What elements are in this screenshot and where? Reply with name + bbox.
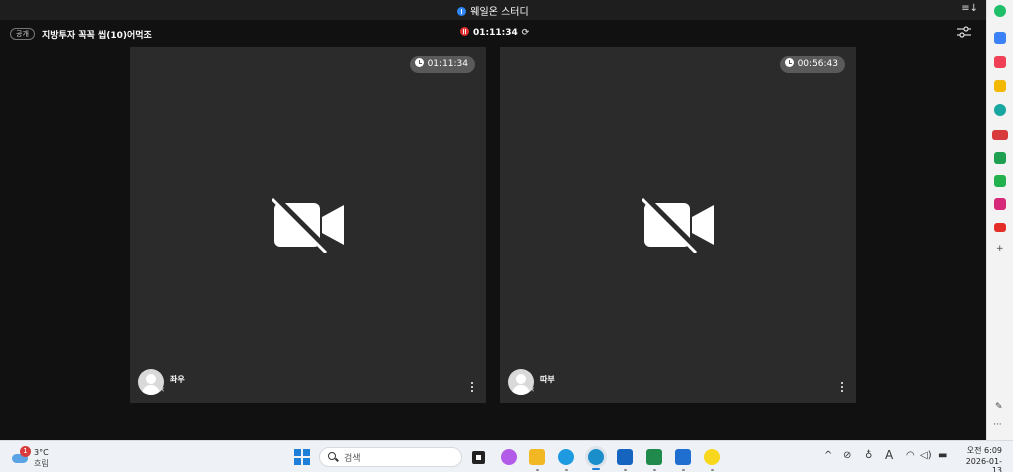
cart-icon[interactable] [994, 152, 1006, 164]
instagram-icon[interactable] [994, 198, 1006, 210]
search-icon [328, 452, 336, 460]
window-title-text: 웨일온 스터디 [470, 7, 529, 18]
copilot-icon[interactable] [501, 449, 517, 465]
participant-timer: 01:11:34 [409, 56, 475, 73]
kakaotalk-icon[interactable] [704, 449, 720, 465]
excel-icon[interactable] [646, 449, 662, 465]
clock-icon [414, 58, 424, 67]
battery-icon[interactable]: ▬ [938, 450, 947, 461]
participant-timer-text: 01:11:34 [427, 59, 468, 69]
collapse-list-icon[interactable]: ≡↓ [961, 3, 978, 14]
room-name: 지방투자 꼭꼭 씹(10)어먹조 [42, 31, 152, 41]
clock-date[interactable]: 2026-01-13 [956, 457, 1002, 472]
pocket-icon[interactable] [994, 56, 1006, 68]
participant-name: 따부 [540, 375, 555, 384]
more-options-icon[interactable] [470, 382, 474, 394]
mic-off-icon: ✕ [529, 386, 535, 394]
window-title-bar: 웨일온 스터디 ≡↓ [0, 0, 986, 20]
file-explorer-icon[interactable] [529, 449, 545, 465]
weather-widget[interactable]: 1 3°C 흐림 [12, 446, 62, 470]
weather-temp: 3°C [34, 448, 49, 457]
pause-icon[interactable] [460, 27, 469, 36]
edge-browser-icon[interactable] [558, 449, 574, 465]
calendar-icon[interactable] [994, 32, 1006, 44]
task-view-icon[interactable] [472, 451, 485, 464]
ime-indicator[interactable]: A [885, 448, 893, 462]
browser-sidebar: + ✎ ··· [986, 0, 1013, 440]
camera-off-icon [642, 197, 714, 253]
youtube-icon[interactable] [994, 223, 1006, 232]
whale-icon[interactable] [994, 5, 1006, 17]
star-icon[interactable] [994, 80, 1006, 92]
sliders-icon[interactable] [957, 26, 971, 38]
camera-off-icon [272, 197, 344, 253]
search-placeholder: 검색 [344, 454, 361, 464]
participant-timer-text: 00:56:43 [797, 59, 838, 69]
add-icon[interactable]: + [996, 244, 1004, 254]
windows-start-icon[interactable] [294, 449, 310, 465]
video-tile[interactable]: 00:56:43 ✕ 따부 [500, 47, 856, 403]
info-icon [457, 7, 467, 16]
session-timer: 01:11:34 ⟳ [460, 27, 529, 38]
video-tile[interactable]: 01:11:34 ✕ 좌우 [130, 47, 486, 403]
participant-name: 좌우 [170, 375, 185, 384]
pin-icon[interactable]: ✎ [995, 402, 1003, 412]
more-options-icon[interactable] [840, 382, 844, 394]
edge-icon[interactable] [994, 104, 1006, 116]
clock-icon [784, 58, 794, 67]
weather-alert-badge: 1 [20, 446, 31, 457]
room-header: 공개 지방투자 꼭꼭 씹(10)어먹조 01:11:34 ⟳ [0, 20, 986, 46]
refresh-icon[interactable]: ⟳ [522, 28, 530, 38]
taskbar-search[interactable]: 검색 [319, 447, 462, 467]
hidden-eye-icon[interactable]: ⊘ [843, 450, 851, 461]
ad-badge-icon[interactable] [992, 130, 1008, 140]
weather-condition: 흐림 [34, 459, 49, 468]
more-icon[interactable]: ··· [993, 420, 1002, 430]
window-title: 웨일온 스터디 [0, 3, 986, 18]
chat-icon[interactable] [994, 175, 1006, 187]
wifi-icon[interactable]: ◠ [906, 450, 915, 461]
mic-off-icon: ✕ [159, 386, 165, 394]
participant-timer: 00:56:43 [779, 56, 845, 73]
session-timer-text: 01:11:34 [473, 28, 518, 38]
microphone-icon[interactable]: ♁ [865, 450, 872, 461]
taskbar: 1 3°C 흐림 검색 ^ ⊘ ♁ A ◠ ◁) ▬ 오전 6:09 2026-… [0, 440, 1013, 472]
visibility-badge: 공개 [10, 28, 35, 40]
volume-icon[interactable]: ◁) [920, 450, 932, 461]
tray-overflow-icon[interactable]: ^ [824, 450, 832, 461]
trello-icon[interactable] [675, 449, 691, 465]
store-icon[interactable] [617, 449, 633, 465]
clock-time[interactable]: 오전 6:09 [962, 445, 1002, 456]
whale-browser-icon[interactable] [588, 449, 604, 465]
